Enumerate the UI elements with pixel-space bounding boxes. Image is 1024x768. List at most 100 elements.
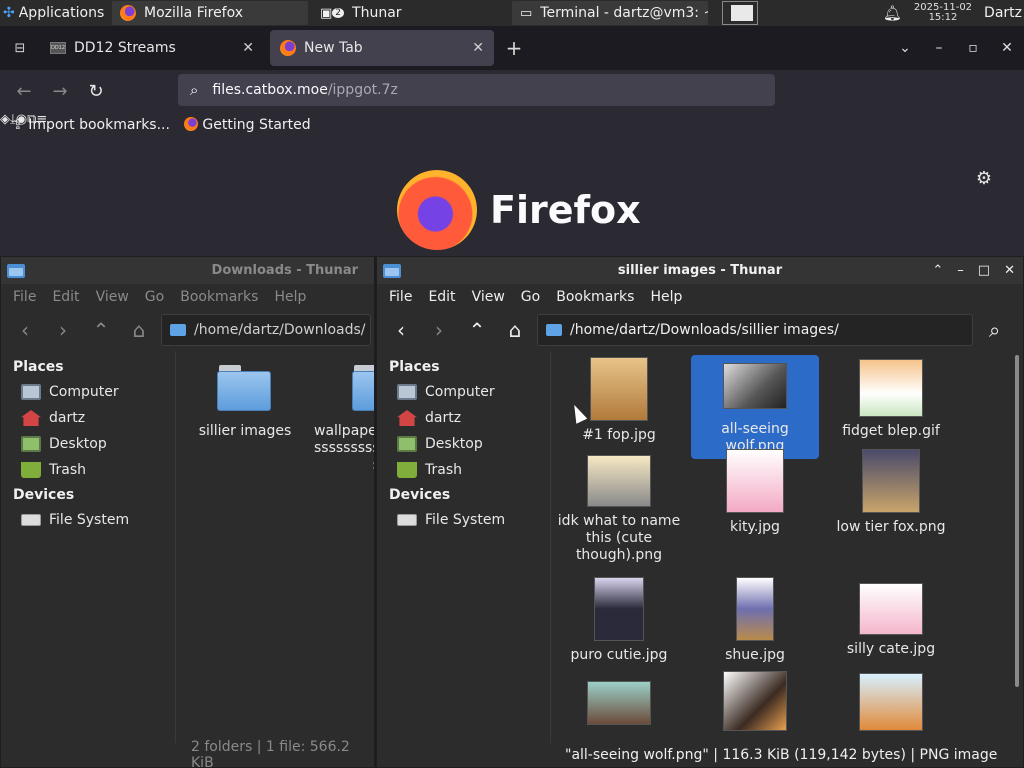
firefox-icon <box>120 5 136 21</box>
location-bar[interactable]: /home/dartz/Downloads/ <box>161 314 371 346</box>
tab-new-tab[interactable]: New Tab ✕ <box>270 30 494 66</box>
folder-window-icon <box>7 263 25 278</box>
close-window-icon[interactable]: ✕ <box>990 40 1024 56</box>
new-tab-button[interactable]: + <box>494 36 534 60</box>
home-icon[interactable]: ⌂ <box>499 314 531 346</box>
task-thunar[interactable]: ▣ 2 Thunar <box>312 1 508 25</box>
file-item[interactable]: #1 fop.jpg <box>555 357 683 444</box>
file-label-line: s <box>314 457 374 474</box>
sidebar-item-home[interactable]: dartz <box>1 405 175 431</box>
forward-arrow-icon[interactable]: → <box>42 81 78 102</box>
tab-dd12-streams[interactable]: DD12 DD12 Streams ✕ <box>40 30 264 66</box>
minimize-icon[interactable]: – <box>922 40 956 56</box>
sidebar-item-label: Trash <box>425 462 462 478</box>
clock[interactable]: 2025-11-02 15:12 <box>914 3 972 23</box>
file-item[interactable]: silly cate.jpg <box>827 583 955 658</box>
computer-icon <box>397 384 417 400</box>
maximize-icon[interactable]: ▫ <box>956 40 990 56</box>
file-item[interactable]: fidget blep.gif <box>827 359 955 440</box>
menu-bookmarks[interactable]: Bookmarks <box>548 289 642 305</box>
menu-edit[interactable]: Edit <box>44 289 87 305</box>
file-label-line: wallpape <box>314 423 374 439</box>
back-chevron-icon[interactable]: ‹ <box>9 314 41 346</box>
image-thumbnail <box>862 449 920 513</box>
url-bar[interactable]: ⌕ files.catbox.moe/ippgot.7z <box>178 74 775 106</box>
close-tab-icon[interactable]: ✕ <box>242 40 254 56</box>
menu-help[interactable]: Help <box>266 289 314 305</box>
sidebar-item-trash[interactable]: Trash <box>377 457 550 483</box>
sidebar-item-desktop[interactable]: Desktop <box>1 431 175 457</box>
forward-chevron-icon[interactable]: › <box>47 314 79 346</box>
menu-help[interactable]: Help <box>642 289 690 305</box>
file-item[interactable]: shue.jpg <box>691 577 819 664</box>
image-thumbnail <box>723 363 787 409</box>
file-label: fidget blep.gif <box>842 423 940 439</box>
menu-view[interactable]: View <box>464 289 513 305</box>
bookmark-import[interactable]: ⇪ Import bookmarks... <box>12 117 170 133</box>
close-icon[interactable]: ✕ <box>1004 263 1015 278</box>
settings-gear-icon[interactable]: ⚙ <box>976 168 992 189</box>
sidebar-item-home[interactable]: dartz <box>377 405 550 431</box>
places-header: Places <box>13 359 64 375</box>
folder-icon <box>170 324 186 336</box>
file-label: shue.jpg <box>725 647 785 663</box>
file-item[interactable] <box>827 673 955 731</box>
menu-file[interactable]: File <box>381 289 420 305</box>
devices-header: Devices <box>13 487 75 503</box>
up-chevron-icon[interactable]: ⌃ <box>461 314 493 346</box>
applications-menu[interactable]: ✣ Applications <box>0 5 110 21</box>
workspace-switcher[interactable] <box>722 1 758 25</box>
title-bar[interactable]: Downloads - Thunar <box>1 257 374 284</box>
menu-go[interactable]: Go <box>137 289 172 305</box>
firefox-view-icon[interactable]: ⊟ <box>0 41 40 56</box>
shade-chevron-up-icon[interactable]: ⌃ <box>932 263 943 278</box>
xfce-logo-icon: ✣ <box>3 5 15 21</box>
sidebar-item-filesystem[interactable]: File System <box>1 507 175 533</box>
bookmark-getting-started[interactable]: Getting Started <box>183 117 311 133</box>
reload-icon[interactable]: ↻ <box>78 81 114 102</box>
sidebar-item-filesystem[interactable]: File System <box>377 507 550 533</box>
file-item[interactable]: low tier fox.png <box>827 449 955 536</box>
search-icon[interactable]: ⌕ <box>989 318 1000 342</box>
home-icon[interactable]: ⌂ <box>123 314 155 346</box>
menu-view[interactable]: View <box>88 289 137 305</box>
user-menu[interactable]: Dartz <box>984 5 1022 21</box>
file-item[interactable] <box>691 671 819 731</box>
image-thumbnail <box>859 359 923 417</box>
task-terminal[interactable]: ▭ Terminal - dartz@vm3: ~ <box>512 1 708 25</box>
list-all-tabs-icon[interactable]: ⌄ <box>888 40 922 56</box>
url-path: /ippgot.7z <box>327 82 398 98</box>
menu-file[interactable]: File <box>5 289 44 305</box>
image-thumbnail <box>590 357 648 421</box>
close-tab-icon[interactable]: ✕ <box>472 40 484 56</box>
tab-strip: ⊟ DD12 DD12 Streams ✕ New Tab ✕ + ⌄ – ▫ … <box>0 26 1024 70</box>
back-arrow-icon[interactable]: ← <box>6 81 42 102</box>
menu-go[interactable]: Go <box>513 289 548 305</box>
sidebar-item-computer[interactable]: Computer <box>1 379 175 405</box>
desktop-icon <box>397 436 417 452</box>
location-bar[interactable]: /home/dartz/Downloads/sillier images/ <box>537 314 973 346</box>
file-item-selected[interactable]: all-seeing wolf.png <box>691 355 819 459</box>
applications-label: Applications <box>18 5 105 21</box>
maximize-icon[interactable]: □ <box>978 263 990 278</box>
minimize-icon[interactable]: – <box>957 263 964 278</box>
desktop-icon <box>21 436 41 452</box>
title-bar[interactable]: sillier images - Thunar ⌃ – □ ✕ <box>377 257 1023 284</box>
menu-bookmarks[interactable]: Bookmarks <box>172 289 266 305</box>
sidebar-item-computer[interactable]: Computer <box>377 379 550 405</box>
task-firefox[interactable]: Mozilla Firefox <box>112 1 308 25</box>
up-chevron-icon[interactable]: ⌃ <box>85 314 117 346</box>
file-item[interactable]: puro cutie.jpg <box>555 577 683 664</box>
file-item[interactable] <box>555 681 683 725</box>
file-item[interactable]: kity.jpg <box>691 449 819 536</box>
sidebar-item-trash[interactable]: Trash <box>1 457 175 483</box>
sidebar-item-desktop[interactable]: Desktop <box>377 431 550 457</box>
file-item[interactable]: idk what to name this (cute though).png <box>555 455 683 564</box>
forward-chevron-icon[interactable]: › <box>423 314 455 346</box>
scrollbar[interactable] <box>1015 355 1019 687</box>
notification-bell-icon[interactable]: 🔔︎ <box>883 4 902 22</box>
back-chevron-icon[interactable]: ‹ <box>385 314 417 346</box>
firefox-wordmark: Firefox <box>490 188 641 232</box>
menu-edit[interactable]: Edit <box>420 289 463 305</box>
image-thumbnail <box>736 577 774 641</box>
